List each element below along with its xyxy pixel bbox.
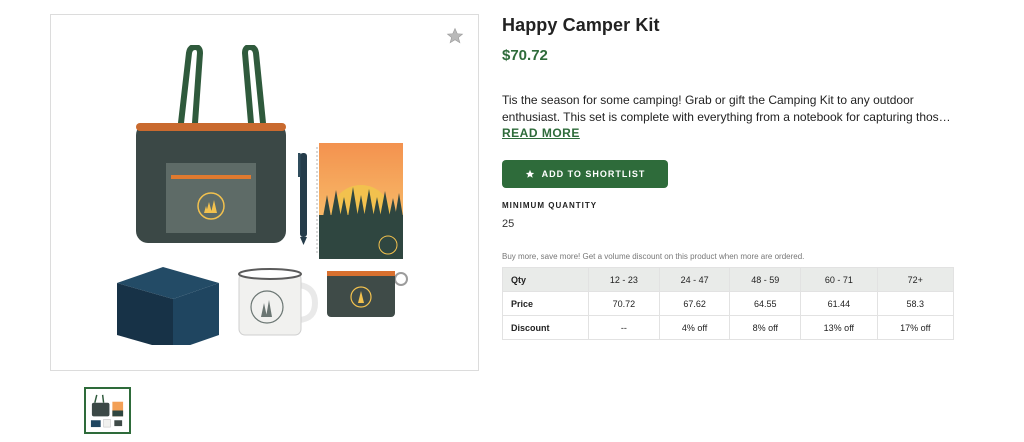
add-to-shortlist-button[interactable]: ADD TO SHORTLIST <box>502 160 668 188</box>
gift-box <box>117 267 219 345</box>
table-cell: Price <box>502 291 589 316</box>
pen <box>298 153 307 245</box>
table-cell: 4% off <box>658 315 731 340</box>
volume-discount-note: Buy more, save more! Get a volume discou… <box>502 252 805 261</box>
table-row: Discount -- 4% off 8% off 13% off 17% of… <box>502 315 955 340</box>
table-cell: 67.62 <box>658 291 731 316</box>
minimum-quantity-label: MINIMUM QUANTITY <box>502 201 598 210</box>
product-photo <box>117 45 408 345</box>
table-header-cell: 48 - 59 <box>729 267 802 292</box>
thumbnail-image <box>90 394 124 428</box>
pricing-table: Qty 12 - 23 24 - 47 48 - 59 60 - 71 72+ … <box>502 267 955 340</box>
table-header-cell: Qty <box>502 267 589 292</box>
table-header-cell: 12 - 23 <box>588 267 660 292</box>
product-price: $70.72 <box>502 47 548 64</box>
table-cell: 61.44 <box>800 291 878 316</box>
table-cell: 8% off <box>729 315 802 340</box>
minimum-quantity-value: 25 <box>502 218 515 230</box>
product-thumbnail[interactable] <box>84 387 131 434</box>
table-cell: 58.3 <box>876 291 955 316</box>
table-cell: Discount <box>502 315 589 340</box>
pouch <box>327 271 408 317</box>
star-icon <box>525 169 534 178</box>
product-image-frame[interactable] <box>50 14 479 371</box>
description-line: enthusiast. This set is complete with ev… <box>502 110 951 124</box>
table-header-cell: 72+ <box>876 267 955 292</box>
table-header-cell: 24 - 47 <box>658 267 731 292</box>
star-icon[interactable] <box>446 27 464 45</box>
mug <box>238 268 319 336</box>
table-row: Price 70.72 67.62 64.55 61.44 58.3 <box>502 291 955 316</box>
description-line: Tis the season for some camping! Grab or… <box>502 93 914 107</box>
table-cell: 70.72 <box>588 291 660 316</box>
table-cell: 17% off <box>876 315 955 340</box>
table-header-cell: 60 - 71 <box>800 267 878 292</box>
duffel-bag <box>136 45 286 243</box>
table-cell: 13% off <box>800 315 878 340</box>
product-description: Tis the season for some camping! Grab or… <box>502 92 952 126</box>
add-to-shortlist-label: ADD TO SHORTLIST <box>541 169 646 179</box>
read-more-link[interactable]: READ MORE <box>502 126 580 140</box>
product-title: Happy Camper Kit <box>502 15 660 35</box>
table-row: Qty 12 - 23 24 - 47 48 - 59 60 - 71 72+ <box>502 267 955 292</box>
notebook <box>316 143 403 259</box>
table-cell: 64.55 <box>729 291 802 316</box>
table-cell: -- <box>588 315 660 340</box>
